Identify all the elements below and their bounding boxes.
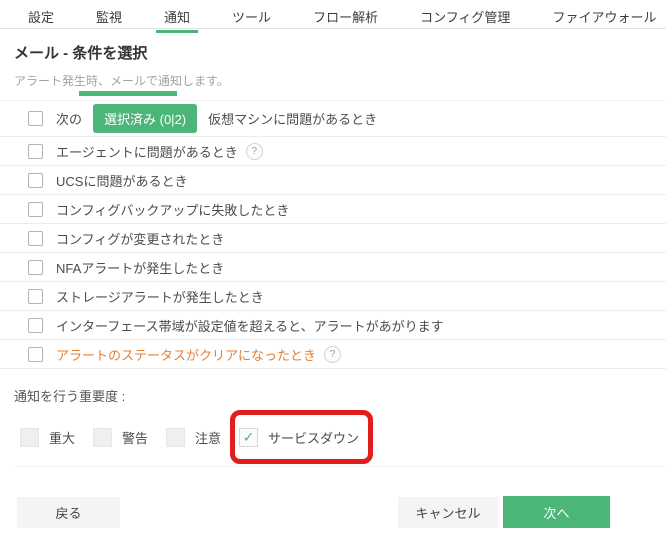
tab-monitoring[interactable]: 監視 (92, 7, 126, 33)
severity-label-warning: 警告 (122, 428, 148, 447)
severity-section-label: 通知を行う重要度 : (14, 386, 666, 405)
condition-row-config-changed: コンフィグが変更されたとき (0, 224, 666, 253)
tab-flow-analysis[interactable]: フロー解析 (309, 7, 382, 33)
tab-notification[interactable]: 通知 (160, 7, 194, 33)
top-navigation: 設定 監視 通知 ツール フロー解析 コンフィグ管理 ファイアウォール OpU (0, 0, 666, 29)
email-condition-wizard-screen: 設定 監視 通知 ツール フロー解析 コンフィグ管理 ファイアウォール OpU … (0, 0, 666, 546)
condition-label-prefix: 次の (56, 109, 82, 128)
severity-option-attention: 注意 (166, 428, 221, 447)
condition-row-config-backup: コンフィグバックアップに失敗したとき (0, 195, 666, 224)
severity-option-critical: 重大 (20, 428, 75, 447)
severity-checkbox-attention[interactable] (166, 428, 185, 447)
footer-divider (14, 466, 666, 467)
condition-checkbox[interactable] (28, 347, 43, 362)
back-button[interactable]: 戻る (17, 497, 120, 528)
condition-label: 仮想マシンに問題があるとき (208, 109, 377, 128)
help-icon[interactable]: ? (246, 143, 263, 160)
severity-option-service-down: ✓ サービスダウン (239, 428, 359, 447)
next-button[interactable]: 次へ (503, 496, 610, 528)
tab-tools[interactable]: ツール (228, 7, 275, 33)
severity-label-critical: 重大 (49, 428, 75, 447)
condition-checkbox[interactable] (28, 260, 43, 275)
selected-count-button[interactable]: 選択済み (0|2) (93, 104, 197, 133)
condition-row-virtual-machine: 次の 選択済み (0|2) 仮想マシンに問題があるとき (0, 101, 666, 137)
condition-label: UCSに問題があるとき (56, 171, 187, 190)
severity-checkbox-critical[interactable] (20, 428, 39, 447)
tab-firewall[interactable]: ファイアウォール (548, 7, 660, 33)
condition-label: コンフィグが変更されたとき (56, 229, 224, 248)
page-title: メール - 条件を選択 (14, 42, 666, 63)
condition-label: NFAアラートが発生したとき (56, 258, 224, 277)
checkmark-icon: ✓ (243, 429, 255, 446)
severity-checkbox-service-down[interactable]: ✓ (239, 428, 258, 447)
condition-checkbox[interactable] (28, 202, 43, 217)
condition-row-alert-cleared: アラートのステータスがクリアになったとき ? (0, 340, 666, 369)
severity-label-attention: 注意 (195, 428, 221, 447)
condition-row-interface-bandwidth: インターフェース帯域が設定値を超えると、アラートがあがります (0, 311, 666, 340)
tab-config-management[interactable]: コンフィグ管理 (416, 7, 514, 33)
condition-label: インターフェース帯域が設定値を超えると、アラートがあがります (56, 316, 444, 335)
condition-label: エージェントに問題があるとき (56, 142, 238, 161)
severity-checkbox-warning[interactable] (93, 428, 112, 447)
condition-checkbox[interactable] (28, 231, 43, 246)
condition-row-nfa-alert: NFAアラートが発生したとき (0, 253, 666, 282)
severity-option-warning: 警告 (93, 428, 148, 447)
condition-label: コンフィグバックアップに失敗したとき (56, 200, 289, 219)
condition-list: 次の 選択済み (0|2) 仮想マシンに問題があるとき エージェントに問題がある… (0, 100, 666, 369)
cancel-button[interactable]: キャンセル (398, 497, 498, 528)
condition-checkbox[interactable] (28, 289, 43, 304)
subtitle-underline (79, 91, 177, 96)
severity-options: 重大 警告 注意 ✓ サービスダウン (20, 428, 666, 447)
condition-checkbox[interactable] (28, 144, 43, 159)
severity-label-service-down: サービスダウン (268, 428, 359, 447)
condition-checkbox[interactable] (28, 173, 43, 188)
condition-row-storage-alert: ストレージアラートが発生したとき (0, 282, 666, 311)
condition-checkbox[interactable] (28, 318, 43, 333)
page-subtitle: アラート発生時、メールで通知します。 (14, 72, 666, 89)
tab-settings[interactable]: 設定 (24, 7, 58, 33)
condition-label: アラートのステータスがクリアになったとき (56, 345, 316, 364)
condition-label: ストレージアラートが発生したとき (56, 287, 264, 306)
help-icon[interactable]: ? (324, 346, 341, 363)
condition-row-ucs: UCSに問題があるとき (0, 166, 666, 195)
condition-checkbox[interactable] (28, 111, 43, 126)
condition-row-agent: エージェントに問題があるとき ? (0, 137, 666, 166)
